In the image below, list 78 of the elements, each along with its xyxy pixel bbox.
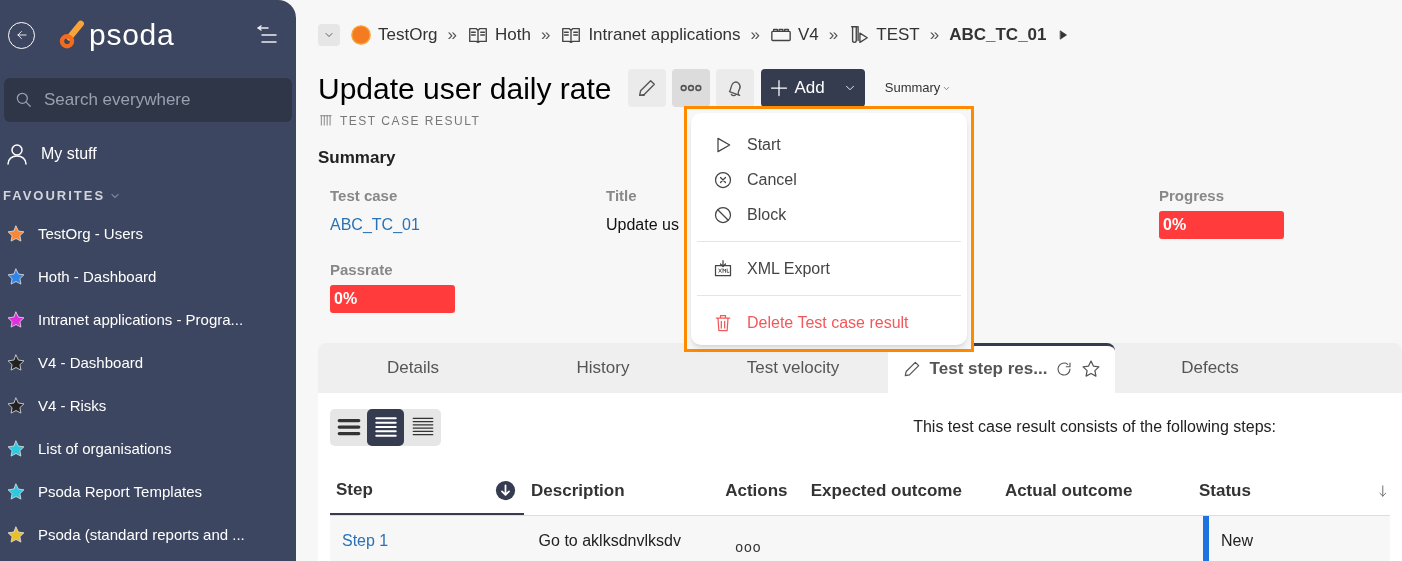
plus-icon bbox=[768, 78, 789, 98]
percentage-badge: 0% bbox=[1159, 211, 1284, 239]
my-stuff-link[interactable]: My stuff bbox=[0, 140, 296, 168]
favourite-item[interactable]: Psoda (standard reports and ... bbox=[0, 513, 296, 557]
add-button[interactable]: Add bbox=[760, 69, 865, 107]
tab[interactable]: Defects bbox=[1115, 342, 1305, 393]
actions-button[interactable]: ooo bbox=[735, 537, 762, 558]
favourite-item[interactable]: List of organisations bbox=[0, 427, 296, 471]
star-outline-icon bbox=[1081, 359, 1102, 379]
step-link[interactable]: Step 1 bbox=[342, 528, 389, 553]
column-header[interactable]: Expected outcome bbox=[810, 478, 962, 504]
column-header[interactable]: Status bbox=[1199, 478, 1251, 504]
test-tubes-icon bbox=[318, 114, 334, 128]
summary-toggle[interactable]: Summary bbox=[884, 78, 952, 98]
table-cell-text: Go to aklksdnvlksdv bbox=[538, 530, 681, 551]
table-cell-text: New bbox=[1221, 530, 1254, 551]
refresh-icon bbox=[1055, 360, 1074, 378]
sort-descending-icon bbox=[495, 479, 517, 501]
user-icon bbox=[5, 142, 29, 166]
view-mode-button[interactable] bbox=[367, 408, 404, 446]
block-icon bbox=[713, 204, 733, 225]
breadcrumb-link[interactable]: TEST bbox=[848, 22, 920, 48]
percentage-badge: 0% bbox=[330, 285, 455, 313]
column-header[interactable]: Actual outcome bbox=[1004, 478, 1133, 504]
menu-item[interactable]: Block bbox=[699, 197, 959, 232]
favourites-heading: FAVOURITES bbox=[3, 187, 106, 205]
breadcrumb-separator: » bbox=[929, 24, 940, 47]
organisation-icon bbox=[350, 24, 372, 46]
menu-item[interactable]: Cancel bbox=[699, 162, 959, 197]
logo-text: psoda bbox=[89, 20, 175, 50]
favourite-item[interactable]: TestOrg - Users bbox=[0, 212, 296, 256]
search-icon bbox=[14, 90, 34, 110]
list-density-icon bbox=[372, 414, 399, 440]
tab[interactable]: Details bbox=[318, 342, 508, 393]
column-header[interactable]: Actions bbox=[725, 478, 788, 504]
page-title: Update user daily rate bbox=[318, 70, 612, 107]
breadcrumb-link[interactable]: V4 bbox=[770, 22, 819, 48]
back-arrow-icon bbox=[14, 28, 29, 42]
summary-heading: Summary bbox=[318, 147, 397, 169]
menu-item[interactable]: Start bbox=[699, 127, 959, 162]
more-options-button[interactable] bbox=[671, 69, 710, 107]
column-header[interactable]: Step bbox=[336, 477, 373, 503]
xml-export-icon bbox=[713, 258, 733, 279]
field-label: Title bbox=[606, 185, 637, 206]
test-tubes-icon bbox=[848, 24, 871, 46]
more-icon bbox=[679, 84, 702, 92]
notifications-button[interactable] bbox=[715, 69, 754, 107]
breadcrumb-separator: » bbox=[828, 24, 839, 47]
breadcrumb-current: ABC_TC_01 bbox=[949, 24, 1047, 47]
trash-icon bbox=[713, 312, 733, 333]
breadcrumb-separator: » bbox=[447, 24, 457, 47]
favourite-item[interactable]: Intranet applications - Progra... bbox=[0, 298, 296, 342]
search-input[interactable]: Search everywhere bbox=[44, 80, 264, 120]
edit-button[interactable] bbox=[627, 69, 666, 107]
field-label: Passrate bbox=[330, 259, 393, 280]
cancel-icon bbox=[713, 169, 733, 190]
tab[interactable]: Test velocity bbox=[698, 342, 888, 393]
field-label: Progress bbox=[1159, 185, 1225, 206]
breadcrumb-separator: » bbox=[750, 24, 760, 47]
tab[interactable]: History bbox=[508, 342, 698, 393]
test-case-link[interactable]: ABC_TC_01 bbox=[330, 213, 420, 237]
field-label: Test case bbox=[330, 185, 398, 206]
record-type-label: TEST CASE RESULT bbox=[340, 113, 481, 130]
breadcrumb-link[interactable]: Hoth bbox=[467, 22, 531, 48]
favourite-item[interactable]: V4 - Dashboard bbox=[0, 341, 296, 385]
favourite-item[interactable]: V4 - Risks bbox=[0, 384, 296, 428]
favourite-item[interactable]: Psoda Report Templates bbox=[0, 470, 296, 514]
logo-mark-icon bbox=[57, 20, 87, 50]
intro-text: This test case result consists of the following steps: bbox=[913, 417, 1276, 437]
menu-item[interactable]: XML Export bbox=[699, 251, 959, 286]
breadcrumb-separator: » bbox=[540, 24, 551, 47]
search-field[interactable]: Search everywhere bbox=[4, 78, 292, 122]
field-value: Update us bbox=[606, 215, 679, 235]
breadcrumb-link[interactable]: Intranet applications bbox=[560, 22, 741, 48]
tab[interactable]: Test step res... bbox=[888, 342, 1115, 393]
breadcrumb-link[interactable]: TestOrg bbox=[350, 22, 438, 48]
favourite-item[interactable]: Hoth - Dashboard bbox=[0, 255, 296, 299]
column-header[interactable]: Description bbox=[531, 478, 625, 504]
